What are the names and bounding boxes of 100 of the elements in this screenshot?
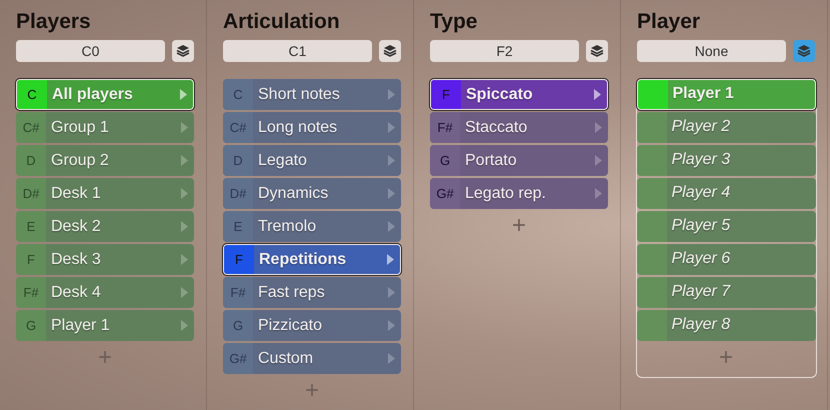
note-label: G# xyxy=(436,186,454,201)
item-label: Player 7 xyxy=(672,283,730,301)
item-label: Group 2 xyxy=(51,152,109,170)
note-label: C xyxy=(233,87,243,102)
item-label: Player 1 xyxy=(51,316,110,334)
list-item[interactable]: Player 8 xyxy=(636,310,816,340)
list-item[interactable]: C Short notes xyxy=(223,79,401,110)
column-title: Players xyxy=(16,10,92,34)
column-title: Type xyxy=(430,10,478,34)
list-item[interactable]: G Pizzicato xyxy=(223,310,401,341)
item-label: Fast reps xyxy=(258,284,325,302)
arrow-icon xyxy=(595,155,602,166)
list-item[interactable]: Player 7 xyxy=(636,276,816,308)
arrow-icon xyxy=(594,89,601,100)
list-item[interactable]: G# Custom xyxy=(223,343,401,374)
list-item[interactable]: C All players xyxy=(16,79,194,110)
list-item[interactable]: Player 1 xyxy=(636,78,816,110)
list-item[interactable]: D Legato xyxy=(223,145,401,176)
note-label: D xyxy=(233,153,243,168)
item-label: Desk 4 xyxy=(51,284,101,302)
layers-button[interactable] xyxy=(793,40,815,62)
column-title: Player xyxy=(637,10,702,34)
list-item[interactable]: D# Desk 1 xyxy=(16,178,194,209)
note-label: G xyxy=(26,318,36,333)
note-label: F# xyxy=(230,285,246,300)
layers-button[interactable] xyxy=(379,40,401,62)
note-label: G# xyxy=(229,351,247,366)
item-label: All players xyxy=(52,86,133,104)
item-label: Desk 1 xyxy=(51,184,101,202)
list-item[interactable]: Player 3 xyxy=(636,144,816,176)
arrow-icon xyxy=(388,188,395,199)
value-field[interactable]: C1 xyxy=(223,40,372,62)
arrow-icon xyxy=(181,122,188,133)
note-label: D xyxy=(26,153,36,168)
item-label: Legato xyxy=(258,152,307,170)
list-item[interactable]: Player 4 xyxy=(636,178,816,208)
note-label: C xyxy=(27,87,37,102)
note-label: D# xyxy=(230,186,246,201)
list-item[interactable]: F Repetitions xyxy=(223,244,401,275)
list-item[interactable]: C# Group 1 xyxy=(16,112,194,143)
list-item[interactable]: Player 6 xyxy=(636,244,816,274)
list-item[interactable]: C# Long notes xyxy=(223,112,401,143)
item-label: Player 8 xyxy=(672,316,730,334)
list-item[interactable]: D Group 2 xyxy=(16,145,194,176)
value-field[interactable]: F2 xyxy=(430,40,579,62)
note-label: G xyxy=(440,153,450,168)
list-item[interactable]: Player 2 xyxy=(636,112,816,142)
item-label: Player 2 xyxy=(672,118,730,136)
arrow-icon xyxy=(181,155,188,166)
column-title: Articulation xyxy=(223,10,341,34)
arrow-icon xyxy=(388,287,395,298)
layers-button[interactable] xyxy=(172,40,194,62)
note-label: G xyxy=(232,318,244,333)
note-label: F# xyxy=(23,285,39,300)
list-item[interactable]: D# Dynamics xyxy=(223,178,401,209)
note-label: D# xyxy=(22,186,40,201)
arrow-icon xyxy=(388,155,395,166)
list-item[interactable]: F# Desk 4 xyxy=(16,277,194,308)
value-field[interactable]: None xyxy=(637,40,786,62)
list-item[interactable]: F# Staccato xyxy=(430,112,608,143)
item-label: Custom xyxy=(258,350,314,368)
list-item[interactable]: G# Legato rep. xyxy=(430,178,608,209)
note-label: F xyxy=(442,87,450,102)
layers-icon xyxy=(797,44,811,58)
add-button[interactable]: + xyxy=(512,213,526,239)
arrow-icon xyxy=(595,188,602,199)
note-label: F xyxy=(235,252,243,267)
layers-button[interactable] xyxy=(586,40,608,62)
arrow-icon xyxy=(181,287,188,298)
list-item[interactable]: Player 5 xyxy=(636,210,816,242)
item-label: Long notes xyxy=(258,118,338,136)
item-label: Pizzicato xyxy=(258,316,322,334)
item-label: Dynamics xyxy=(258,184,328,202)
add-button[interactable]: + xyxy=(718,344,733,370)
arrow-icon xyxy=(388,320,395,331)
value-field[interactable]: C0 xyxy=(16,40,165,62)
item-label: Portato xyxy=(465,152,517,170)
arrow-icon xyxy=(181,221,188,232)
list-item[interactable]: G Player 1 xyxy=(16,310,194,341)
item-label: Spiccato xyxy=(466,86,533,104)
list-item[interactable]: E Tremolo xyxy=(223,211,401,242)
item-label: Desk 3 xyxy=(51,250,101,268)
note-label: C# xyxy=(22,120,40,135)
note-label: F xyxy=(27,252,35,267)
list-item[interactable]: G Portato xyxy=(430,145,608,176)
arrow-icon xyxy=(181,188,188,199)
layers-icon xyxy=(176,44,190,58)
list-item[interactable]: E Desk 2 xyxy=(16,211,194,242)
item-label: Player 4 xyxy=(672,184,730,202)
item-label: Tremolo xyxy=(258,218,316,236)
arrow-icon xyxy=(388,89,395,100)
list-item[interactable]: F Desk 3 xyxy=(16,244,194,275)
layers-icon xyxy=(383,44,397,58)
arrow-icon xyxy=(181,254,188,265)
list-item[interactable]: F Spiccato xyxy=(430,79,608,110)
list-item[interactable]: F# Fast reps xyxy=(223,277,401,308)
item-label: Player 5 xyxy=(672,217,730,235)
item-label: Player 6 xyxy=(672,250,730,268)
item-label: Repetitions xyxy=(259,250,346,268)
arrow-icon xyxy=(388,353,395,364)
